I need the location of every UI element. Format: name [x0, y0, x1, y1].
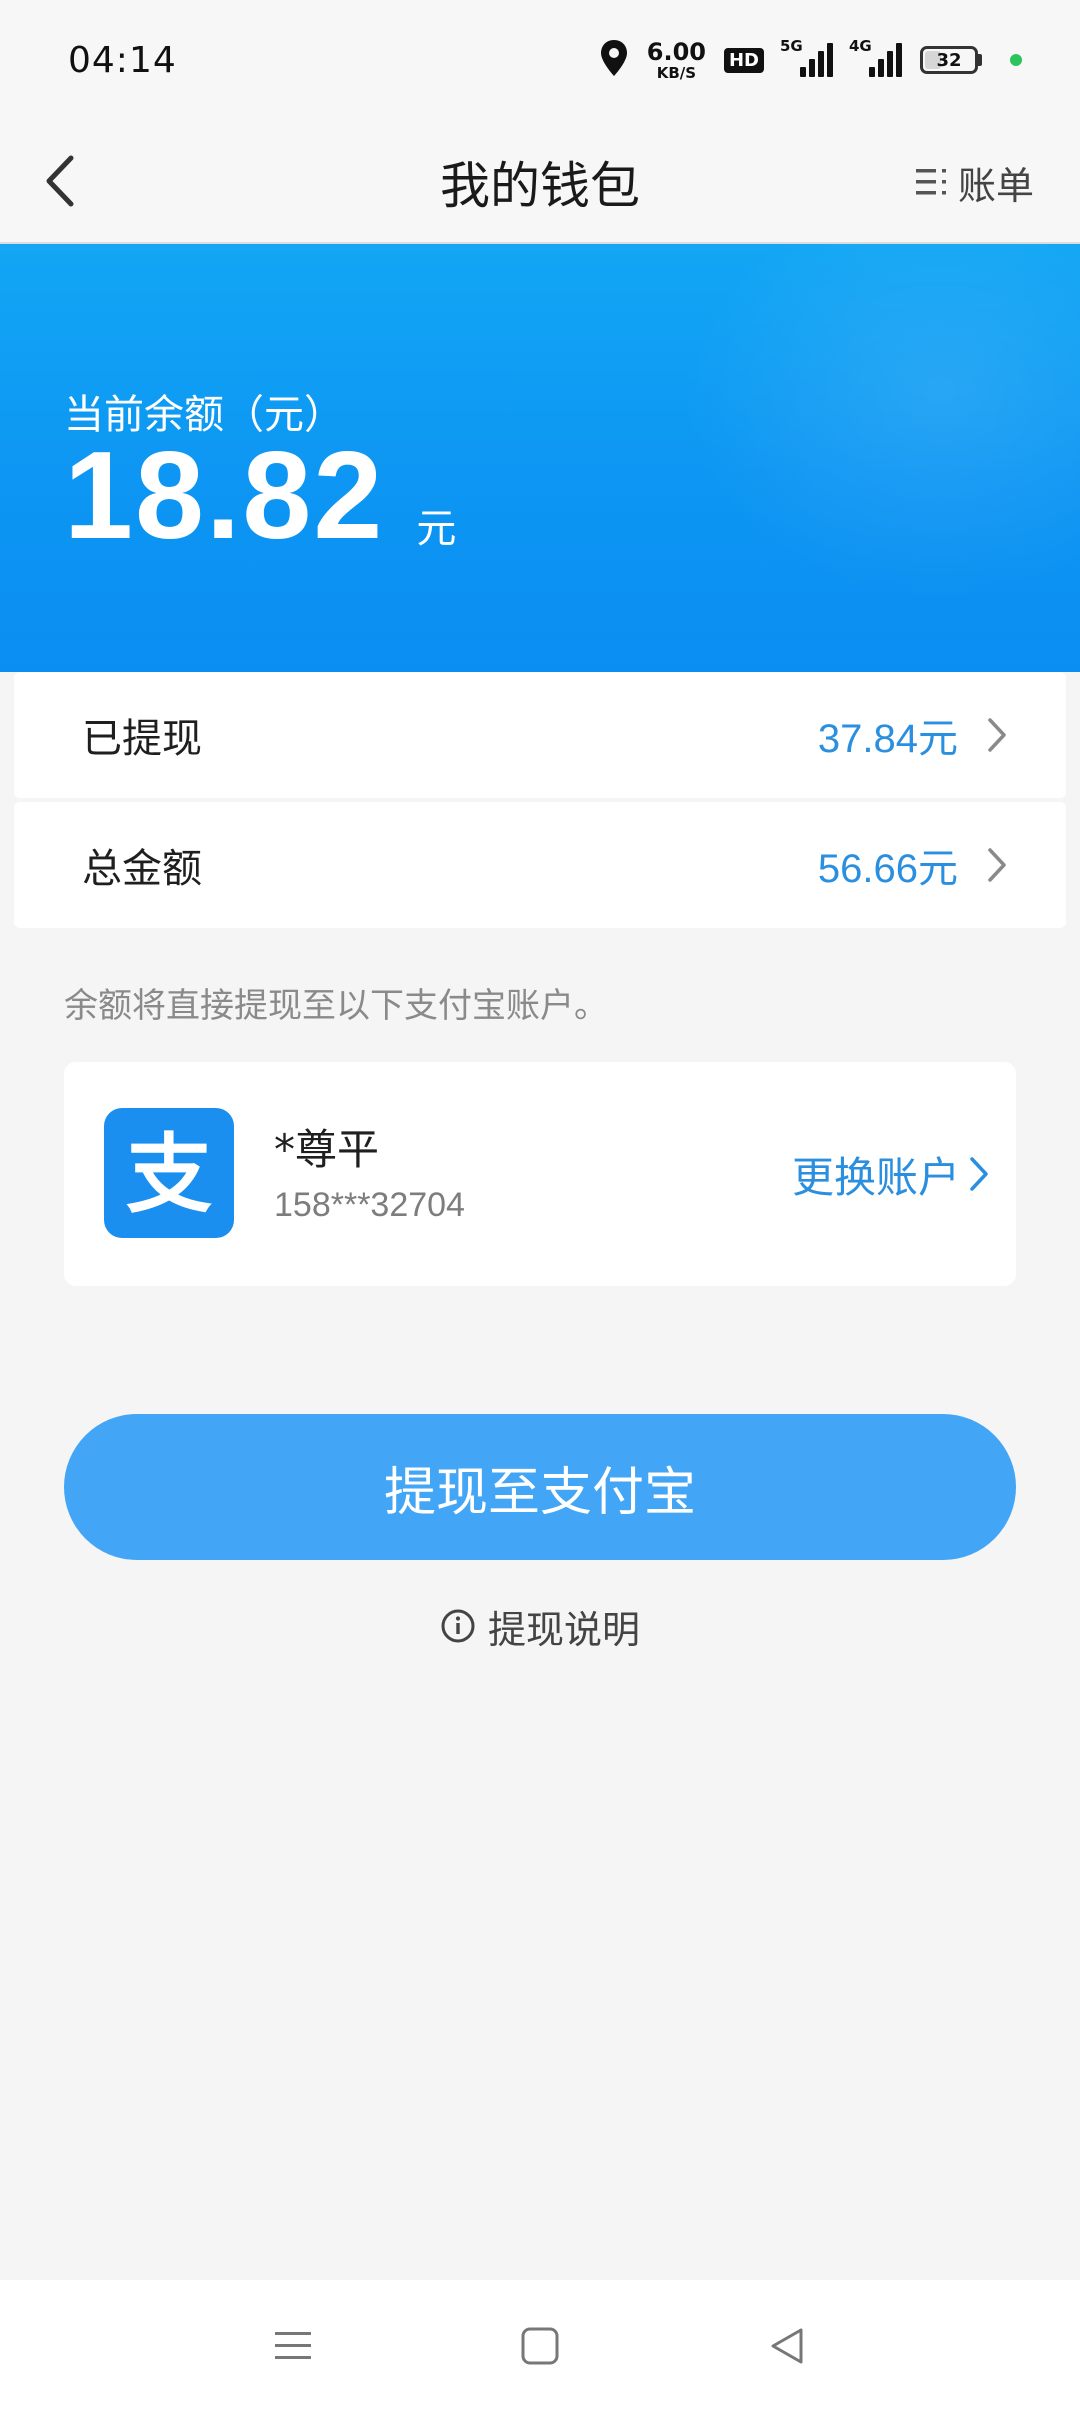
total-amount-row[interactable]: 总金额 56.66元: [14, 802, 1066, 928]
network-speed-unit: KB/S: [656, 63, 697, 82]
total-amount-value: 56.66元: [817, 847, 958, 891]
change-account-button[interactable]: 更换账户: [792, 1142, 990, 1206]
chevron-right-icon: [970, 1157, 988, 1191]
withdraw-help-label: 提现说明: [487, 1607, 640, 1652]
balance-amount: 18.82: [64, 427, 385, 565]
chevron-left-icon: [46, 155, 74, 207]
nav-home-button[interactable]: [495, 2301, 585, 2391]
account-phone: 158***32704: [274, 1186, 465, 1224]
back-triangle-icon: [771, 2328, 803, 2364]
battery-level: 32: [936, 49, 962, 71]
balance-amount-row: 18.82 元: [64, 434, 456, 558]
bill-button[interactable]: 账单: [914, 150, 1034, 214]
withdrawn-value: 37.84元: [817, 717, 958, 761]
location-icon: [599, 39, 629, 81]
chevron-right-icon: [986, 846, 1008, 884]
total-amount-label: 总金额: [82, 846, 202, 892]
balance-card: 当前余额（元） 18.82 元: [0, 244, 1080, 672]
alipay-logo-icon: 支: [104, 1108, 234, 1238]
network-speed-value: 6.00: [646, 37, 706, 66]
alipay-account-card: 支 *尊平 158***32704 更换账户: [64, 1062, 1016, 1286]
signal-4g-icon: 4G: [849, 37, 902, 77]
hd-voice-icon: HD: [723, 47, 764, 73]
signal-5g-label: 5G: [780, 37, 803, 55]
signal-4g-label: 4G: [849, 37, 872, 55]
chevron-right-icon: [986, 716, 1008, 754]
menu-icon: [275, 2332, 312, 2359]
list-icon: [915, 169, 946, 195]
withdraw-help-link[interactable]: 提现说明: [0, 1598, 1080, 1654]
nav-back-button[interactable]: [742, 2301, 832, 2391]
withdrawn-row[interactable]: 已提现 37.84元: [14, 672, 1066, 798]
withdrawn-label: 已提现: [82, 716, 202, 762]
status-icons: 6.00 KB/S HD 5G 4G 32: [599, 37, 1022, 81]
withdraw-note: 余额将直接提现至以下支付宝账户。: [64, 986, 608, 1026]
signal-5g-icon: 5G: [780, 37, 833, 77]
battery-icon: 32: [920, 46, 982, 74]
balance-unit: 元: [416, 506, 457, 552]
bill-label: 账单: [957, 163, 1034, 208]
app-header: 我的钱包 账单: [0, 120, 1080, 244]
network-speed: 6.00 KB/S: [647, 40, 706, 81]
home-square-icon: [521, 2327, 559, 2365]
back-button[interactable]: [30, 148, 90, 214]
status-time: 04:14: [68, 39, 177, 81]
nav-menu-button[interactable]: [248, 2301, 338, 2391]
system-nav-bar: [0, 2280, 1080, 2412]
change-account-label: 更换账户: [791, 1152, 960, 1202]
status-bar: 04:14 6.00 KB/S HD 5G 4G 32: [0, 0, 1080, 120]
account-name: *尊平: [274, 1125, 380, 1174]
withdraw-to-alipay-button[interactable]: 提现至支付宝: [64, 1414, 1016, 1560]
info-icon: [441, 1609, 475, 1643]
alipay-logo-glyph: 支: [126, 1125, 212, 1225]
privacy-indicator-dot: [1010, 54, 1022, 66]
svg-text:支: 支: [126, 1125, 212, 1225]
